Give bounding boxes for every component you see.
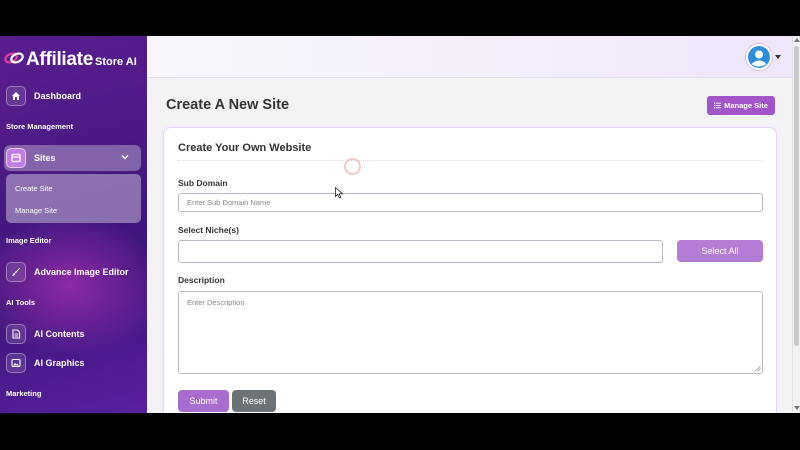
brand-suffix: Store AI <box>94 56 137 68</box>
resize-grip-icon[interactable] <box>754 365 761 372</box>
sidebar-item-label: Dashboard <box>34 91 82 101</box>
submenu-item-create-site[interactable]: Create Site <box>15 184 53 193</box>
create-site-form-card: Create Your Own Website Sub Domain Enter… <box>163 127 777 413</box>
sidebar-item-label: AI Contents <box>34 329 85 339</box>
submit-button[interactable]: Submit <box>178 390 229 412</box>
sidebar-item-label: AI Graphics <box>34 358 85 368</box>
submenu-item-manage-site[interactable]: Manage Site <box>15 206 57 215</box>
loading-spinner-icon <box>344 158 361 175</box>
sidebar-item-sites[interactable]: Sites <box>4 145 141 171</box>
sidebar-item-ai-contents[interactable]: AI Contents <box>6 322 141 346</box>
subdomain-placeholder: Enter Sub Domain Name <box>187 198 271 207</box>
caret-down-icon[interactable] <box>775 55 781 59</box>
page-scrollbar[interactable] <box>792 36 800 413</box>
section-ai-tools: AI Tools <box>6 298 36 307</box>
select-all-button[interactable]: Select All <box>677 240 763 262</box>
subdomain-input[interactable]: Enter Sub Domain Name <box>178 193 763 212</box>
niches-select[interactable] <box>178 240 663 263</box>
sidebar-item-label: Advance Image Editor <box>34 267 129 277</box>
sidebar-item-label: Sites <box>34 153 56 163</box>
user-avatar[interactable] <box>745 43 773 71</box>
manage-site-button[interactable]: Manage Site <box>707 96 775 115</box>
link-logo-icon <box>4 52 24 64</box>
scroll-thumb[interactable] <box>794 46 799 346</box>
card-title: Create Your Own Website <box>178 142 312 154</box>
scroll-down-icon[interactable] <box>794 406 800 410</box>
browser-window-icon <box>6 148 26 168</box>
section-image-editor: Image Editor <box>6 236 52 245</box>
description-textarea[interactable]: Enter Description <box>178 291 763 374</box>
section-store-management: Store Management <box>6 122 74 131</box>
sites-submenu: Create Site Manage Site <box>6 174 141 223</box>
document-icon <box>6 324 26 344</box>
sidebar-item-dashboard[interactable]: Dashboard <box>6 84 141 108</box>
reset-button[interactable]: Reset <box>232 390 276 412</box>
app-window: Affiliate Store AI Dashboard Store Manag… <box>0 36 800 413</box>
chevron-down-icon <box>121 155 129 160</box>
main-content: Create A New Site Manage Site Create You… <box>147 36 792 413</box>
sidebar: Affiliate Store AI Dashboard Store Manag… <box>0 36 147 413</box>
scroll-up-icon[interactable] <box>794 38 800 42</box>
niches-label: Select Niche(s) <box>178 225 239 235</box>
description-label: Description <box>178 275 225 285</box>
page-title: Create A New Site <box>166 97 290 113</box>
sidebar-item-advance-image-editor[interactable]: Advance Image Editor <box>6 260 141 284</box>
section-marketing: Marketing <box>6 389 42 398</box>
user-icon <box>748 46 770 68</box>
mouse-cursor-icon <box>335 187 344 199</box>
manage-site-label: Manage Site <box>724 101 768 110</box>
image-icon <box>6 353 26 373</box>
list-icon <box>714 102 722 109</box>
divider <box>178 160 762 161</box>
top-bar <box>147 36 792 78</box>
brand-name: Affiliate <box>26 49 93 70</box>
brush-icon <box>6 262 26 282</box>
brand-logo[interactable]: Affiliate Store AI <box>4 45 137 71</box>
sidebar-item-ai-graphics[interactable]: AI Graphics <box>6 351 141 375</box>
subdomain-label: Sub Domain <box>178 178 228 188</box>
home-icon <box>6 86 26 106</box>
description-placeholder: Enter Description <box>187 298 245 307</box>
